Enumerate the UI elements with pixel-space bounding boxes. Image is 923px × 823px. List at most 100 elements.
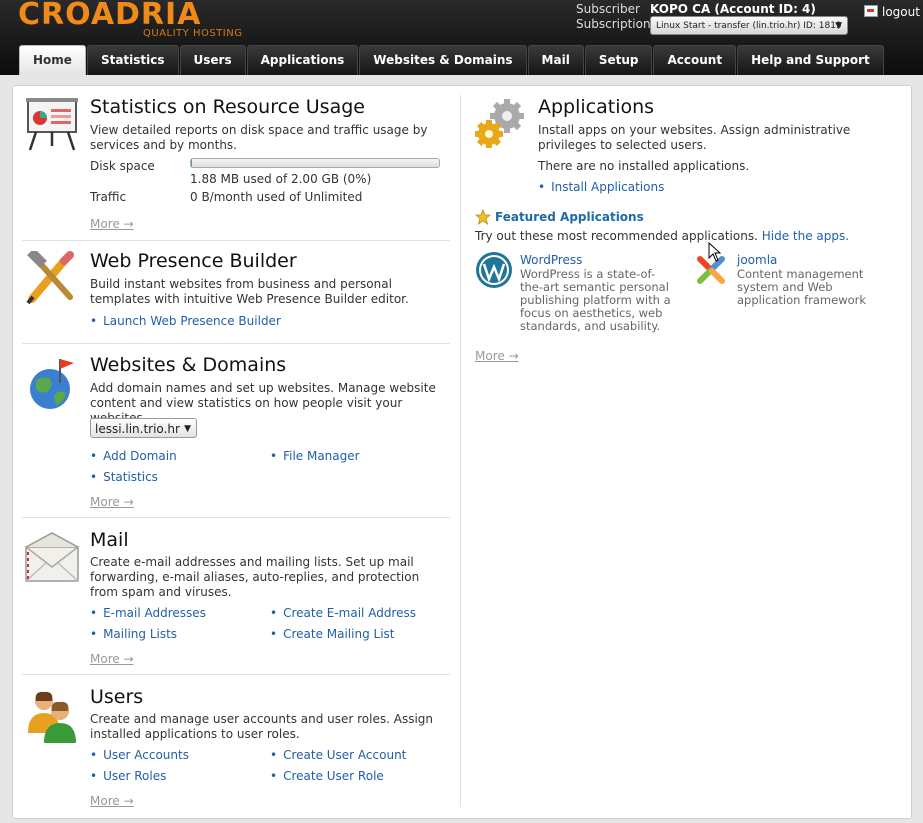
applications-desc: Install apps on your websites. Assign ad… (538, 123, 851, 152)
bullet-icon: • (270, 769, 278, 783)
create-email-address-label: Create E-mail Address (283, 606, 416, 620)
logout-icon (864, 5, 878, 17)
install-applications-link[interactable]: • Install Applications (538, 180, 664, 195)
bullet-icon: • (90, 470, 98, 484)
tab-setup[interactable]: Setup (584, 45, 653, 75)
section-separator (22, 674, 450, 675)
mailing-lists-label: Mailing Lists (103, 627, 178, 641)
subscription-label: Subscription (576, 17, 651, 31)
bullet-icon: • (270, 748, 278, 762)
wordpress-desc: WordPress is a state-of-the-art semantic… (520, 267, 671, 333)
user-roles-link[interactable]: • User Roles (90, 769, 166, 784)
install-applications-label: Install Applications (551, 180, 665, 194)
domain-select-value: lessi.lin.trio.hr (95, 422, 180, 436)
statistics-more-link[interactable]: More → (90, 217, 134, 231)
email-addresses-label: E-mail Addresses (103, 606, 206, 620)
featured-desc-text: Try out these most recommended applicati… (475, 229, 758, 243)
builder-desc: Build instant websites from business and… (90, 277, 409, 306)
file-manager-label: File Manager (283, 449, 360, 463)
main-nav-tabs: Home Statistics Users Applications Websi… (19, 45, 885, 75)
mail-more-link[interactable]: More → (90, 652, 134, 666)
mouse-cursor-icon (708, 241, 722, 265)
bullet-icon: • (90, 748, 98, 762)
tab-mail[interactable]: Mail (527, 45, 584, 75)
statistics-title[interactable]: Statistics on Resource Usage (90, 96, 365, 118)
launch-builder-link[interactable]: • Launch Web Presence Builder (90, 314, 281, 329)
applications-more-link[interactable]: More → (475, 349, 519, 363)
create-user-account-link[interactable]: • Create User Account (270, 748, 406, 763)
create-email-address-link[interactable]: • Create E-mail Address (270, 606, 416, 621)
subscription-select-value: Linux Start - transfer (lin.trio.hr) ID:… (656, 21, 842, 31)
add-domain-link[interactable]: • Add Domain (90, 449, 177, 464)
statistics-board-icon (24, 96, 80, 152)
builder-title[interactable]: Web Presence Builder (90, 250, 297, 272)
launch-builder-label: Launch Web Presence Builder (103, 314, 281, 328)
create-user-role-label: Create User Role (283, 769, 384, 783)
file-manager-link[interactable]: • File Manager (270, 449, 360, 464)
tab-applications[interactable]: Applications (246, 45, 359, 75)
users-title[interactable]: Users (90, 686, 143, 708)
tab-help-support[interactable]: Help and Support (737, 45, 884, 75)
subscription-select[interactable]: Linux Start - transfer (lin.trio.hr) ID:… (650, 16, 848, 35)
tab-websites-domains[interactable]: Websites & Domains (359, 45, 527, 75)
create-mailing-list-label: Create Mailing List (283, 627, 395, 641)
create-user-account-label: Create User Account (283, 748, 407, 762)
disk-usage-bar (190, 158, 440, 168)
gears-icon (473, 96, 529, 152)
envelope-icon (24, 531, 80, 587)
subscriber-value: KOPO CA (Account ID: 4) (650, 2, 816, 16)
tab-home[interactable]: Home (19, 45, 86, 75)
statistics-desc: View detailed reports on disk space and … (90, 123, 428, 152)
traffic-value: 0 B/month used of Unlimited (190, 190, 363, 204)
joomla-link[interactable]: joomla (737, 253, 777, 267)
brand-tagline: QUALITY HOSTING (143, 28, 243, 39)
logout-link[interactable]: logout (864, 5, 920, 19)
bullet-icon: • (90, 314, 98, 328)
tab-users[interactable]: Users (179, 45, 246, 75)
user-accounts-label: User Accounts (103, 748, 189, 762)
disk-space-value: 1.88 MB used of 2.00 GB (0%) (190, 172, 372, 186)
wordpress-link[interactable]: WordPress (520, 253, 582, 267)
hide-apps-link[interactable]: Hide the apps. (762, 229, 849, 243)
user-roles-label: User Roles (103, 769, 167, 783)
no-applications-text: There are no installed applications. (538, 159, 750, 173)
applications-title[interactable]: Applications (538, 96, 654, 118)
tab-statistics[interactable]: Statistics (86, 45, 179, 75)
users-icon (24, 687, 80, 743)
bullet-icon: • (538, 180, 546, 194)
brand-logo[interactable]: CROADRIA (18, 0, 201, 30)
section-separator (22, 343, 450, 344)
domain-select[interactable]: lessi.lin.trio.hr ▼ (90, 418, 197, 438)
bullet-icon: • (90, 769, 98, 783)
star-icon (474, 208, 492, 225)
mailing-lists-link[interactable]: • Mailing Lists (90, 627, 177, 642)
featured-desc: Try out these most recommended applicati… (475, 229, 849, 244)
statistics-link[interactable]: • Statistics (90, 470, 158, 485)
user-accounts-link[interactable]: • User Accounts (90, 748, 189, 763)
bullet-icon: • (90, 606, 98, 620)
mail-title[interactable]: Mail (90, 529, 129, 551)
bullet-icon: • (270, 449, 278, 463)
top-header: CROADRIA QUALITY HOSTING Subscriber KOPO… (0, 0, 923, 75)
bullet-icon: • (90, 627, 98, 641)
tab-account[interactable]: Account (653, 45, 737, 75)
section-separator (22, 240, 450, 241)
featured-applications-title: Featured Applications (495, 210, 644, 224)
wordpress-icon[interactable] (475, 251, 513, 289)
users-desc: Create and manage user accounts and user… (90, 712, 434, 741)
websites-title[interactable]: Websites & Domains (90, 354, 286, 376)
create-user-role-link[interactable]: • Create User Role (270, 769, 384, 784)
chevron-down-icon: ▼ (835, 21, 842, 31)
globe-flag-icon (24, 355, 80, 411)
bullet-icon: • (270, 627, 278, 641)
logout-label: logout (882, 5, 920, 19)
create-mailing-list-link[interactable]: • Create Mailing List (270, 627, 395, 642)
websites-more-link[interactable]: More → (90, 495, 134, 509)
users-more-link[interactable]: More → (90, 794, 134, 808)
subscriber-label: Subscriber (576, 2, 640, 16)
traffic-label: Traffic (90, 190, 127, 204)
pencil-hammer-icon (24, 248, 80, 307)
disk-space-label: Disk space (90, 159, 155, 173)
mail-desc: Create e-mail addresses and mailing list… (90, 555, 420, 599)
email-addresses-link[interactable]: • E-mail Addresses (90, 606, 206, 621)
